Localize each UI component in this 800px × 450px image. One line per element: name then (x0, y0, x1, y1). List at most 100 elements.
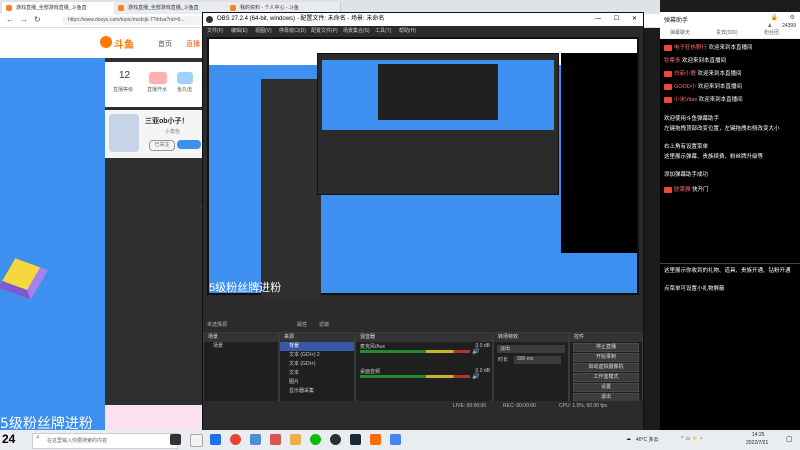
menu-edit[interactable]: 编辑(E) (231, 26, 248, 36)
properties-button[interactable]: 属性 (297, 320, 307, 331)
preview-dark-area (261, 79, 321, 299)
clock-time[interactable]: 14:25 (752, 432, 765, 438)
app-icon[interactable] (250, 434, 261, 445)
follow-button[interactable]: 已关注 (149, 140, 175, 151)
stat-number: 12 (119, 70, 131, 81)
preview-nested-obs-2 (378, 64, 498, 120)
taskbar-number: 24 (2, 432, 16, 446)
mixer-track: 麦克风/Aux 0.0 dB 🔊 (360, 343, 490, 359)
preview-overlay-text: 5级粉丝牌进粉 (209, 282, 282, 294)
search-icon: ⌕ (36, 434, 40, 441)
url-field[interactable]: https://www.douyu.com/topic/mcdsjk-7?dds… (62, 16, 208, 25)
msg-user[interactable]: GOOD小 (674, 84, 696, 90)
streamer-avatar (109, 114, 139, 152)
douyu-favicon-icon (6, 5, 12, 11)
source-item[interactable]: 显示器采集 (280, 387, 354, 396)
menu-tools[interactable]: 工具(T) (375, 26, 391, 36)
duration-input[interactable]: 300 ms (514, 356, 561, 364)
volume-meter (360, 375, 470, 378)
settings-icon[interactable]: ⚙ (790, 14, 795, 21)
file-explorer-icon[interactable] (190, 434, 203, 447)
system-notice-4: 这里展示弹幕、贵族续费、粉丝牌升级等 (664, 154, 764, 160)
wechat-icon[interactable] (310, 434, 321, 445)
speaker-icon[interactable]: 🔊 (472, 348, 479, 355)
action-button[interactable] (177, 140, 201, 149)
start-recording-button[interactable]: 开始录制 (573, 353, 639, 362)
tab-fans[interactable]: 粉丝团 (764, 29, 779, 36)
speaker-icon[interactable]: 🔊 (472, 373, 479, 380)
menu-profile[interactable]: 配置文件(P) (311, 26, 338, 36)
steam-icon[interactable] (350, 434, 361, 445)
clock-date[interactable]: 2022/7/21 (746, 440, 768, 446)
task-view-icon[interactable] (170, 434, 181, 445)
fishball-icon (177, 72, 193, 84)
tray-icons[interactable]: ⌃ ▭ ⚡ ◔ (680, 436, 702, 442)
msg-user[interactable]: 欧莱雅 (674, 187, 691, 193)
menu-help[interactable]: 帮助(H) (399, 26, 416, 36)
tab-vip[interactable]: 贵宾(306) (716, 29, 738, 36)
taskbar-search[interactable]: 在这里输入你要搜索的内容 (32, 433, 178, 449)
maximize-icon[interactable]: ☐ (614, 13, 619, 26)
douyu-icon[interactable] (370, 434, 381, 445)
system-notice-3: 右上角有设置菜单 (664, 144, 709, 150)
controls-header: 控件 (570, 333, 642, 342)
lock-icon[interactable]: 🔒 (771, 14, 778, 21)
forward-icon[interactable]: → (20, 15, 28, 24)
site-logo[interactable]: 斗鱼 (114, 36, 134, 51)
browser-tab-1[interactable]: 游戏直播_全部游戏直播_斗鱼直 (2, 2, 127, 14)
streamer-card[interactable]: 三亚ob小子！ 小角色 已关注 (105, 110, 205, 158)
msg-user[interactable]: 电子狂热野行 (674, 45, 707, 51)
chat-message: 欧莱雅 快开门 (664, 185, 709, 193)
windows-taskbar: 24 在这里输入你要搜索的内容 ⌕ ☁ 40°C 多云 ⌃ ▭ ⚡ ◔ 14:2… (0, 430, 800, 450)
close-icon[interactable]: ✕ (632, 13, 637, 26)
tab-label: 我的资料 - 个人中心 - 斗鱼 (240, 5, 299, 11)
source-item[interactable]: 图片 (280, 378, 354, 387)
msg-user[interactable]: 小米Vitas (674, 97, 697, 103)
weather[interactable]: 40°C 多云 (636, 436, 659, 443)
filters-button[interactable]: 滤镜 (319, 320, 329, 331)
app-icon[interactable] (270, 434, 281, 445)
obs-menubar: 文件(F) 编辑(E) 视图(V) 停靠窗口(D) 配置文件(P) 场景集合(S… (203, 26, 643, 36)
app-icon[interactable] (290, 434, 301, 445)
back-icon[interactable]: ← (6, 15, 14, 24)
obs-logo-icon (206, 16, 213, 23)
virtual-camera-button[interactable]: 启动虚拟摄像机 (573, 363, 639, 372)
app-icon[interactable] (390, 434, 401, 445)
msg-user[interactable]: 白茹小鹿 (674, 71, 696, 77)
sources-header: 来源 (280, 333, 354, 342)
source-item[interactable]: 文本 (GDI+) (280, 360, 354, 369)
source-item[interactable]: 文本 (GDI+) 2 (280, 351, 354, 360)
menu-view[interactable]: 视图(V) (255, 26, 272, 36)
transition-select[interactable]: 淡出 (497, 345, 565, 353)
menu-scene-collection[interactable]: 场景集合(S) (343, 26, 370, 36)
refresh-icon[interactable]: ↻ (34, 15, 41, 24)
notification-icon[interactable]: ▢ (786, 435, 793, 443)
settings-button[interactable]: 设置 (573, 383, 639, 392)
menu-file[interactable]: 文件(F) (207, 26, 223, 36)
minimize-icon[interactable]: — (595, 13, 601, 26)
msg-text: 欢迎来到本直播间 (697, 71, 742, 77)
source-item[interactable]: 文本 (280, 369, 354, 378)
preview-capture: 5级粉丝牌进粉 (209, 39, 637, 299)
obs-source-toolbar: 未选择源 属性 滤镜 (203, 320, 643, 331)
msg-text: 欢迎来到本直播间 (708, 45, 753, 51)
msg-text: 欢迎来到本直播间 (697, 84, 742, 90)
scene-item[interactable]: 场景 (204, 342, 278, 351)
chrome-icon[interactable] (230, 434, 241, 445)
nav-live[interactable]: 直播 (186, 39, 200, 49)
divider (660, 263, 800, 264)
tab-chat[interactable]: 弹幕聊天 (670, 29, 690, 36)
edge-icon[interactable] (210, 434, 221, 445)
source-item[interactable]: 背景 (280, 342, 354, 351)
obs-preview-canvas[interactable]: 5级粉丝牌进粉 (207, 37, 639, 299)
nav-home[interactable]: 首页 (158, 39, 172, 49)
studio-mode-button[interactable]: 工作室模式 (573, 373, 639, 382)
system-notice-2: 左键拖拽顶部改变位置，左键拖拽右侧改变大小 (664, 126, 780, 132)
msg-user[interactable]: 钞票多 (664, 58, 681, 64)
chat-message: 钞票多 欢迎来到本直播间 (664, 56, 726, 64)
mixer-dock: 混音器 麦克风/Aux 0.0 dB 🔊 桌面音频 0.0 dB 🔊 (355, 332, 493, 402)
obs-icon[interactable] (330, 434, 341, 445)
rec-timer: REC: 00:00:00 (503, 403, 536, 409)
stop-streaming-button[interactable]: 停止直播 (573, 343, 639, 352)
menu-docks[interactable]: 停靠窗口(D) (279, 26, 306, 36)
